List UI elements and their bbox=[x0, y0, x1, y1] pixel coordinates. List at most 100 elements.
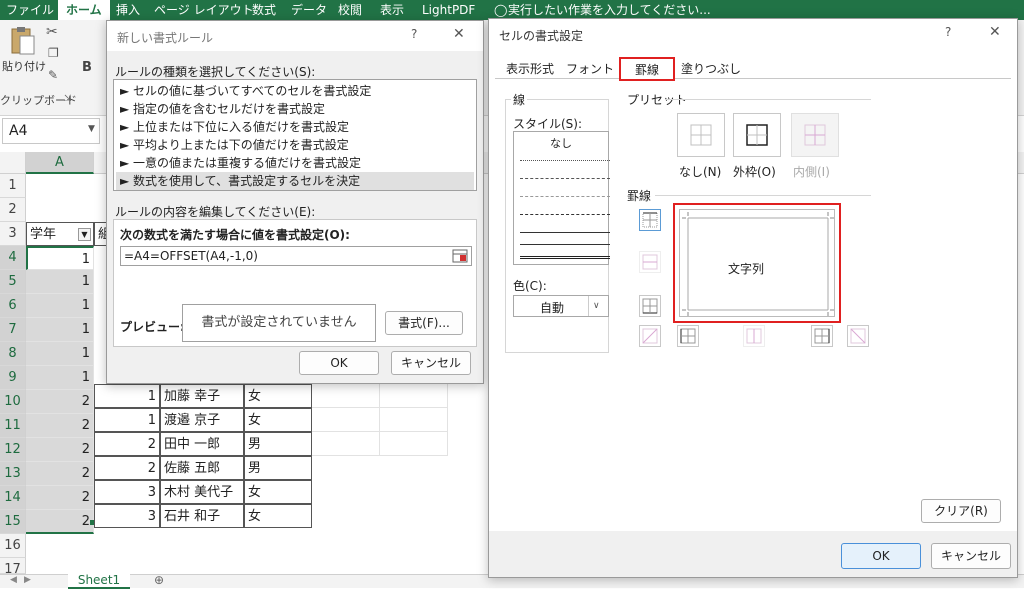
border-top-button[interactable] bbox=[639, 209, 661, 231]
row-header[interactable]: 10 bbox=[0, 390, 26, 414]
line-style-option[interactable] bbox=[520, 244, 610, 245]
close-icon[interactable]: ✕ bbox=[453, 26, 465, 42]
scroll-left-icon[interactable]: ◀ bbox=[10, 575, 17, 585]
color-select[interactable]: 自動 ∨ bbox=[513, 295, 609, 317]
select-all-corner[interactable] bbox=[0, 152, 26, 174]
gender-cell[interactable]: 女 bbox=[244, 480, 312, 504]
bold-button[interactable]: B bbox=[82, 60, 92, 75]
row-header[interactable]: 12 bbox=[0, 438, 26, 462]
name-cell[interactable]: 佐藤 五郎 bbox=[160, 456, 244, 480]
preset-none-button[interactable] bbox=[677, 113, 725, 157]
cut-icon[interactable]: ✂ bbox=[46, 24, 58, 40]
tab-review[interactable]: 校閲 bbox=[338, 0, 362, 20]
rule-type-option[interactable]: ► セルの値に基づいてすべてのセルを書式設定 bbox=[116, 82, 474, 100]
row-header[interactable]: 15 bbox=[0, 510, 26, 534]
border-left-button[interactable] bbox=[677, 325, 699, 347]
filter-dropdown-icon[interactable]: ▼ bbox=[78, 228, 91, 241]
rule-type-option[interactable]: ► 上位または下位に入る値だけを書式設定 bbox=[116, 118, 474, 136]
close-icon[interactable]: ✕ bbox=[989, 24, 1001, 40]
gender-cell[interactable]: 女 bbox=[244, 504, 312, 528]
range-select-icon[interactable] bbox=[452, 249, 468, 263]
help-icon[interactable]: ? bbox=[411, 27, 417, 41]
line-style-option[interactable] bbox=[520, 178, 610, 179]
tab-file[interactable]: ファイル bbox=[6, 0, 54, 20]
class-cell[interactable]: 3 bbox=[94, 480, 160, 504]
name-cell[interactable]: 木村 美代子 bbox=[160, 480, 244, 504]
tab-border[interactable]: 罫線 bbox=[619, 57, 675, 81]
class-cell[interactable]: 1 bbox=[94, 384, 160, 408]
gender-cell[interactable]: 男 bbox=[244, 456, 312, 480]
border-right-button[interactable] bbox=[811, 325, 833, 347]
name-cell[interactable]: 加藤 幸子 bbox=[160, 384, 244, 408]
grade-cell[interactable]: 1 bbox=[26, 342, 94, 366]
row-header[interactable]: 1 bbox=[0, 174, 26, 198]
rule-type-list[interactable]: ► セルの値に基づいてすべてのセルを書式設定 ► 指定の値を含むセルだけを書式設… bbox=[113, 79, 477, 191]
row-header[interactable]: 13 bbox=[0, 462, 26, 486]
row-header[interactable]: 6 bbox=[0, 294, 26, 318]
tab-insert[interactable]: 挿入 bbox=[116, 0, 140, 20]
gender-cell[interactable]: 男 bbox=[244, 432, 312, 456]
help-icon[interactable]: ? bbox=[945, 25, 951, 39]
column-header-a[interactable]: A bbox=[26, 152, 94, 174]
ok-button[interactable]: OK bbox=[299, 351, 379, 375]
grade-cell[interactable]: 1 bbox=[26, 270, 94, 294]
tab-formulas[interactable]: 数式 bbox=[252, 0, 276, 20]
empty-cell[interactable] bbox=[380, 432, 448, 456]
cancel-button[interactable]: キャンセル bbox=[391, 351, 471, 375]
empty-cell[interactable] bbox=[312, 384, 380, 408]
scroll-right-icon[interactable]: ▶ bbox=[24, 575, 31, 585]
class-cell[interactable]: 2 bbox=[94, 456, 160, 480]
row-header[interactable]: 7 bbox=[0, 318, 26, 342]
paste-label[interactable]: 貼り付け bbox=[2, 58, 46, 74]
grade-cell[interactable]: 2 bbox=[26, 462, 94, 486]
sheet-tab-sheet1[interactable]: Sheet1 bbox=[68, 573, 130, 589]
gender-cell[interactable]: 女 bbox=[244, 384, 312, 408]
tab-font[interactable]: フォント bbox=[563, 59, 617, 79]
header-cell-grade[interactable]: 学年 ▼ bbox=[26, 222, 94, 246]
tab-data[interactable]: データ bbox=[291, 0, 327, 20]
row-header[interactable]: 11 bbox=[0, 414, 26, 438]
name-cell[interactable]: 石井 和子 bbox=[160, 504, 244, 528]
chevron-down-icon[interactable]: ▼ bbox=[88, 124, 95, 134]
grade-cell[interactable]: 2 bbox=[26, 438, 94, 462]
line-style-none[interactable]: なし bbox=[550, 135, 572, 151]
class-cell[interactable]: 3 bbox=[94, 504, 160, 528]
grade-cell[interactable]: 1 bbox=[26, 366, 94, 390]
row-header[interactable]: 9 bbox=[0, 366, 26, 390]
row-header[interactable]: 17 bbox=[0, 558, 26, 577]
row-header[interactable]: 2 bbox=[0, 198, 26, 222]
border-bottom-button[interactable] bbox=[639, 295, 661, 317]
rule-type-option-selected[interactable]: ► 数式を使用して、書式設定するセルを決定 bbox=[116, 172, 474, 190]
tab-home[interactable]: ホーム bbox=[58, 0, 110, 20]
line-style-option[interactable] bbox=[520, 256, 610, 259]
name-cell[interactable]: 渡邉 京子 bbox=[160, 408, 244, 432]
formula-input[interactable]: =A4=OFFSET(A4,-1,0) bbox=[120, 246, 472, 266]
line-style-option[interactable] bbox=[520, 160, 610, 161]
preset-outline-button[interactable] bbox=[733, 113, 781, 157]
line-style-option[interactable] bbox=[520, 214, 610, 215]
class-cell[interactable]: 2 bbox=[94, 432, 160, 456]
rule-type-option[interactable]: ► 一意の値または重複する値だけを書式設定 bbox=[116, 154, 474, 172]
row-header[interactable]: 4 bbox=[0, 246, 26, 270]
tab-fill[interactable]: 塗りつぶし bbox=[679, 59, 743, 79]
row-header[interactable]: 14 bbox=[0, 486, 26, 510]
grade-cell[interactable]: 1 bbox=[26, 294, 94, 318]
chevron-down-icon[interactable]: ∨ bbox=[588, 296, 600, 316]
rule-type-option[interactable]: ► 平均より上または下の値だけを書式設定 bbox=[116, 136, 474, 154]
row-header[interactable]: 16 bbox=[0, 534, 26, 558]
empty-cell[interactable] bbox=[380, 408, 448, 432]
line-style-option[interactable] bbox=[520, 196, 610, 197]
grade-cell[interactable]: 1 bbox=[26, 318, 94, 342]
row-header[interactable]: 3 bbox=[0, 222, 26, 246]
grade-cell[interactable]: 2 bbox=[26, 390, 94, 414]
tab-lightpdf[interactable]: LightPDF bbox=[422, 0, 475, 20]
row-header[interactable]: 8 bbox=[0, 342, 26, 366]
row-header[interactable]: 5 bbox=[0, 270, 26, 294]
grade-cell[interactable]: 2 bbox=[26, 486, 94, 510]
paste-icon[interactable] bbox=[8, 26, 36, 56]
empty-cell[interactable] bbox=[312, 408, 380, 432]
cell-a4[interactable]: 1 bbox=[26, 246, 94, 270]
cancel-button[interactable]: キャンセル bbox=[931, 543, 1011, 569]
border-diagonal-down-button[interactable] bbox=[847, 325, 869, 347]
dialog-launcher-icon[interactable]: ⇲ bbox=[64, 94, 72, 104]
